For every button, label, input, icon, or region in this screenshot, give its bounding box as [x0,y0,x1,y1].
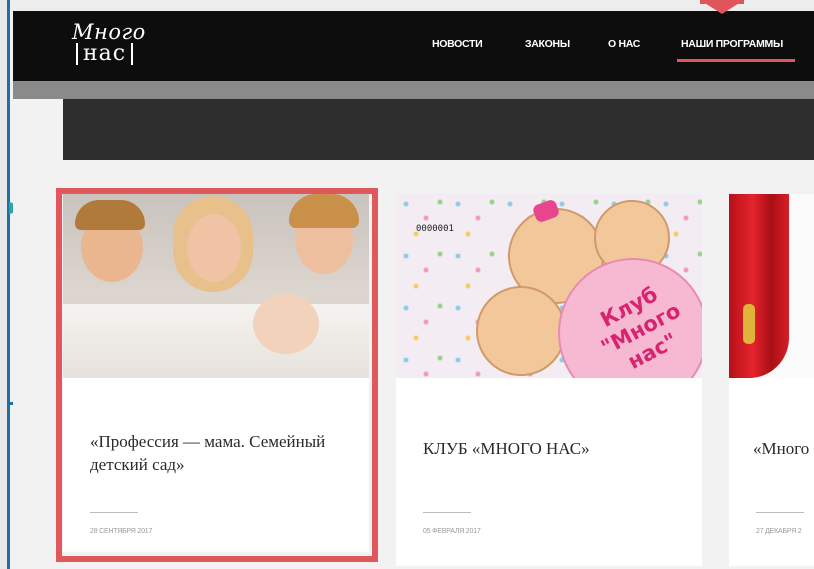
photo-hair [289,194,359,228]
photo-face [187,214,241,282]
card-image-theater[interactable] [729,194,814,378]
page-left-margin [13,99,63,569]
tassel-graphic [743,304,755,344]
card-title[interactable]: КЛУБ «МНОГО НАС» [423,437,683,460]
header-gray-band [13,81,814,99]
photo-hair [75,200,145,230]
program-card-1[interactable]: «Профессия — мама. Семейный детский сад»… [63,194,369,552]
page-banner [63,99,814,160]
photo-baby-face [253,294,319,354]
program-card-3[interactable]: «Много 27 декабря 2 [729,194,814,566]
window-top-strip [0,0,814,11]
site-logo[interactable]: Много нас [68,19,160,75]
nav-item-programs[interactable]: НАШИ ПРОГРАММЫ [681,38,783,50]
card-divider [423,512,471,513]
left-edge-bar [0,0,10,569]
nav-item-about[interactable]: О НАС [608,38,640,50]
nav-active-underline [677,59,795,62]
card-date: 27 декабря 2 [756,528,802,535]
program-card-2[interactable]: 0000001 Клуб "Много нас" КЛУБ «МНОГО НАС… [396,194,702,566]
pointer-arrow-icon [700,0,744,14]
card-image-family[interactable] [63,194,369,378]
card-divider [90,512,138,513]
card-title[interactable]: «Много [753,437,814,460]
cartoon-face [476,286,566,376]
logo-line2: нас [76,43,134,65]
nav-item-news[interactable]: НОВОСТИ [432,38,483,50]
curtain-graphic [729,194,789,378]
photo-clothes [63,304,369,378]
card-divider [756,512,804,513]
card-title[interactable]: «Профессия — мама. Семейный детский сад» [90,430,350,476]
image-code: 0000001 [416,224,454,234]
card-image-club[interactable]: 0000001 Клуб "Много нас" [396,194,702,378]
card-date: 05 февраля 2017 [423,528,481,535]
site-header: Много нас НОВОСТИ ЗАКОНЫ О НАС НАШИ ПРОГ… [13,11,814,81]
card-date: 28 сентября 2017 [90,528,153,535]
nav-item-laws[interactable]: ЗАКОНЫ [525,38,570,50]
